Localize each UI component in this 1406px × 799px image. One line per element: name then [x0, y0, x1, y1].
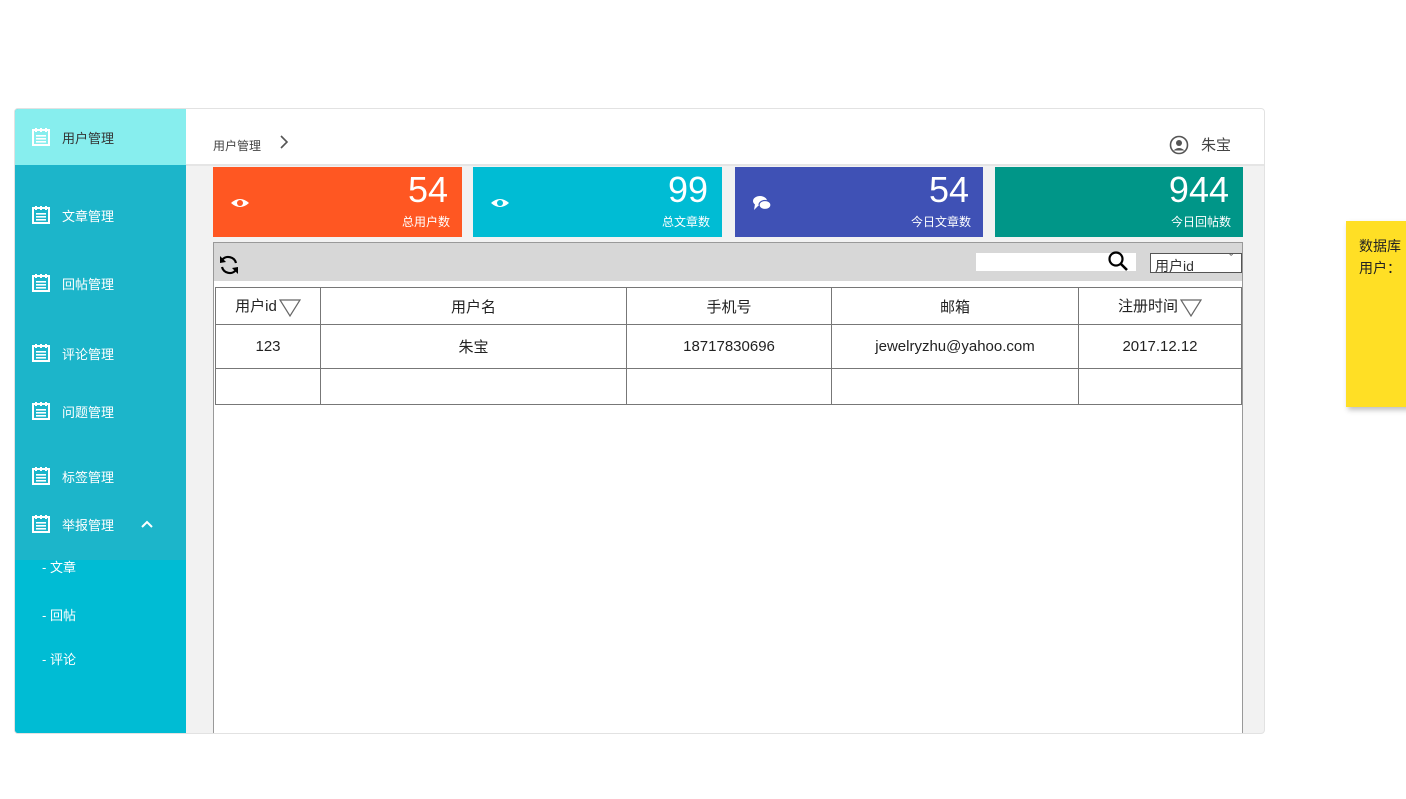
sidebar-item-label: 标签管理 — [62, 469, 115, 485]
sidebar-item-label: 举报管理 — [62, 517, 115, 533]
submenu-item-article[interactable]: - 文章 — [42, 557, 76, 576]
table-header-row: 用户id 用户名 手机号 邮箱 注册时间 — [215, 287, 1242, 325]
refresh-icon[interactable] — [217, 253, 241, 277]
column-header-label: 用户id — [235, 298, 277, 316]
stat-label: 总用户数 — [401, 215, 450, 229]
cell-phone — [626, 368, 832, 405]
stat-tile-total-users[interactable]: 54 总用户数 — [213, 167, 462, 237]
note-line: 数据库 — [1359, 238, 1401, 254]
stat-label: 总文章数 — [661, 215, 710, 229]
chat-bubbles-icon — [753, 196, 772, 211]
submenu-item-reply[interactable]: - 回帖 — [42, 605, 76, 624]
stat-value: 54 — [928, 169, 969, 210]
stat-tile-total-articles[interactable]: 99 总文章数 — [473, 167, 722, 237]
select-value: 用户id — [1155, 258, 1194, 273]
column-header-register-time[interactable]: 注册时间 — [1078, 287, 1242, 325]
cell-user-id — [215, 368, 321, 405]
stat-value: 54 — [407, 169, 448, 210]
stat-tile-today-articles[interactable]: 54 今日文章数 — [735, 167, 983, 237]
notepad-icon — [32, 206, 50, 224]
table-row[interactable] — [215, 368, 1242, 405]
sidebar-item-reply-management[interactable]: 回帖管理 — [15, 273, 186, 293]
column-header-username[interactable]: 用户名 — [320, 287, 627, 325]
sidebar-item-report-management[interactable]: 举报管理 — [15, 514, 186, 534]
user-table-panel: 用户id ˇ 用户id 用户名 手机号 邮箱 注册时间 123 朱宝 18717… — [213, 242, 1243, 733]
sidebar-item-question-management[interactable]: 问题管理 — [15, 401, 186, 421]
stat-value: 99 — [667, 169, 708, 210]
column-header-email[interactable]: 邮箱 — [831, 287, 1079, 325]
eye-icon — [231, 199, 249, 207]
user-table: 用户id 用户名 手机号 邮箱 注册时间 123 朱宝 18717830696 … — [215, 287, 1242, 405]
notepad-icon — [32, 467, 50, 485]
table-row[interactable]: 123 朱宝 18717830696 jewelryzhu@yahoo.com … — [215, 324, 1242, 369]
table-toolbar: 用户id ˇ — [214, 243, 1242, 281]
cell-email — [831, 368, 1079, 405]
sidebar-item-comment-management[interactable]: 评论管理 — [15, 343, 186, 363]
user-name: 朱宝 — [1200, 137, 1231, 154]
chevron-down-icon: ˇ — [1229, 253, 1233, 265]
sidebar-item-user-management[interactable]: 用户管理 — [15, 109, 186, 165]
notepad-icon — [32, 274, 50, 292]
sort-down-icon[interactable] — [1180, 298, 1202, 317]
submenu-item-comment[interactable]: - 评论 — [42, 649, 76, 668]
column-header-label: 注册时间 — [1117, 298, 1178, 316]
sort-down-icon[interactable] — [278, 298, 301, 317]
chevron-up-icon[interactable] — [139, 516, 155, 532]
chevron-right-icon — [280, 135, 289, 149]
notepad-icon — [32, 344, 50, 362]
admin-card: 用户管理 文章管理 回帖管理 评论管理 问题管理 标签管理 举报管理 - 文章 … — [14, 108, 1265, 734]
note-line: 用户： — [1359, 260, 1401, 276]
sidebar-item-label: 用户管理 — [62, 130, 115, 146]
cell-username — [320, 368, 627, 405]
notepad-icon — [32, 402, 50, 420]
stat-label: 今日回帖数 — [1170, 215, 1231, 229]
search-icon[interactable] — [1107, 250, 1129, 272]
sidebar-item-label: 回帖管理 — [62, 276, 115, 292]
sidebar-item-article-management[interactable]: 文章管理 — [15, 205, 186, 225]
column-header-phone[interactable]: 手机号 — [626, 287, 832, 325]
eye-icon — [491, 199, 509, 207]
cell-username: 朱宝 — [320, 324, 627, 369]
sidebar-item-tag-management[interactable]: 标签管理 — [15, 466, 186, 486]
header-bar: 用户管理 朱宝 — [186, 109, 1264, 166]
sticky-note: 数据库 用户： — [1346, 221, 1406, 407]
stat-tile-today-replies[interactable]: 944 今日回帖数 — [995, 167, 1243, 237]
sidebar: 用户管理 文章管理 回帖管理 评论管理 问题管理 标签管理 举报管理 - 文章 … — [15, 109, 186, 733]
cell-phone: 18717830696 — [626, 324, 832, 369]
cell-user-id: 123 — [215, 324, 321, 369]
sidebar-item-label: 问题管理 — [62, 404, 115, 420]
sidebar-item-label: 文章管理 — [62, 208, 115, 224]
column-header-user-id[interactable]: 用户id — [215, 287, 321, 325]
sidebar-item-label: 评论管理 — [62, 346, 115, 362]
sticky-note-text: 数据库 用户： — [1359, 235, 1401, 279]
search-field-select[interactable]: 用户id ˇ — [1150, 253, 1242, 273]
stat-value: 944 — [1168, 169, 1229, 210]
cell-register-time: 2017.12.12 — [1078, 324, 1242, 369]
cell-register-time — [1078, 368, 1242, 405]
stat-label: 今日文章数 — [910, 215, 971, 229]
user-circle-icon — [1169, 135, 1189, 154]
submenu — [15, 560, 186, 733]
breadcrumb[interactable]: 用户管理 — [213, 137, 261, 154]
user-menu[interactable]: 朱宝 — [1169, 134, 1231, 155]
notepad-icon — [32, 128, 50, 146]
cell-email: jewelryzhu@yahoo.com — [831, 324, 1079, 369]
notepad-icon — [32, 515, 50, 533]
